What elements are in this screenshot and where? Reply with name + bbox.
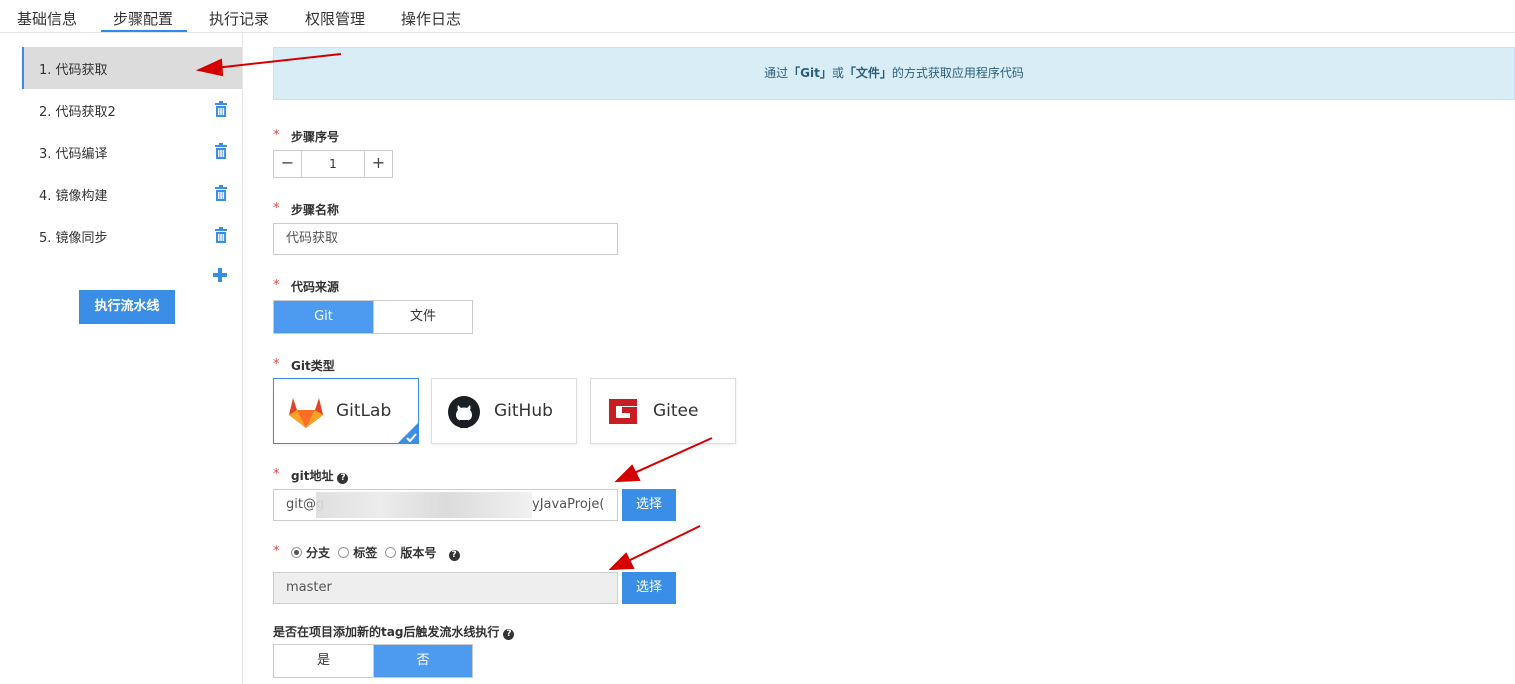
notice-prefix: 通过 [764,66,789,80]
step-label: 5. 镜像同步 [39,231,108,246]
step-item-3[interactable]: 3. 代码编译 [22,131,242,173]
selected-check-icon [398,423,418,443]
step-label: 3. 代码编译 [39,147,108,162]
gitlab-card[interactable]: GitLab [273,378,419,444]
gitlab-logo-icon [289,398,323,428]
git-type-label: Git类型 [291,359,335,373]
redacted-area [316,492,532,518]
trash-icon[interactable] [214,227,228,243]
trigger-on-tag-label: 是否在项目添加新的tag后触发流水线执行? [273,623,515,640]
required-mark: * [273,128,280,143]
help-icon[interactable]: ? [448,550,460,561]
branch-input: master [273,572,618,604]
tab-execution-records[interactable]: 执行记录 [209,8,269,29]
notice-or: 或 [831,66,844,80]
active-tab-indicator [101,30,187,32]
step-name-input[interactable]: 代码获取 [273,223,618,255]
step-item-1[interactable]: 1. 代码获取 [22,47,242,89]
git-url-label: git地址? [291,467,349,484]
help-icon[interactable]: ? [337,473,349,484]
radio-version[interactable]: 版本号 [385,546,436,560]
steps-sidebar: 1. 代码获取 2. 代码获取2 3. 代码编译 4. 镜像构建 5. 镜像同步… [0,33,243,684]
increment-button[interactable]: + [364,151,392,177]
info-notice: 通过「Git」或「文件」的方式获取应用程序代码 [273,47,1515,100]
gitlab-label: GitLab [336,401,392,421]
trigger-no-option[interactable]: 否 [373,645,472,677]
code-source-file-option[interactable]: 文件 [373,301,472,333]
required-mark: * [273,544,280,559]
radio-button[interactable] [338,547,350,558]
step-item-4[interactable]: 4. 镜像构建 [22,173,242,215]
radio-button[interactable] [385,547,397,558]
trigger-on-tag-label-text: 是否在项目添加新的tag后触发流水线执行 [273,625,500,639]
ref-type-radio-group: 分支 标签 版本号 ? [291,544,460,561]
tab-permission-management[interactable]: 权限管理 [305,8,365,29]
github-label: GitHub [494,401,553,421]
help-icon[interactable]: ? [503,629,515,640]
notice-git: 「Git」 [788,66,832,80]
step-label: 2. 代码获取2 [39,105,116,120]
notice-file: 「文件」 [843,66,892,80]
top-tab-bar: 基础信息 步骤配置 执行记录 权限管理 操作日志 [0,0,1515,33]
gitee-logo-icon [609,399,637,424]
required-mark: * [273,278,280,293]
git-url-value-end: yJavaProje( [532,497,605,512]
trash-icon[interactable] [214,101,228,117]
notice-suffix: 的方式获取应用程序代码 [891,66,1024,80]
annotation-arrow [625,525,701,563]
gitee-label: Gitee [653,401,699,421]
radio-branch[interactable]: 分支 [291,546,330,560]
trash-icon[interactable] [214,143,228,159]
step-item-2[interactable]: 2. 代码获取2 [22,89,242,131]
step-item-5[interactable]: 5. 镜像同步 [22,215,242,257]
tab-operation-log[interactable]: 操作日志 [401,8,461,29]
gitee-card[interactable]: Gitee [590,378,736,444]
code-source-label: 代码来源 [291,280,340,294]
add-step-icon[interactable] [210,265,230,285]
trigger-yes-option[interactable]: 是 [274,645,373,677]
step-order-value[interactable]: 1 [302,151,364,177]
radio-button[interactable] [291,547,302,558]
step-order-label: 步骤序号 [291,130,340,144]
tab-basic-info[interactable]: 基础信息 [17,8,77,29]
github-card[interactable]: GitHub [431,378,577,444]
git-url-label-text: git地址 [291,469,334,483]
trigger-on-tag-toggle: 是 否 [273,644,473,678]
select-branch-button[interactable]: 选择 [622,572,676,604]
step-label: 4. 镜像构建 [39,189,108,204]
annotation-arrowhead [614,464,641,483]
radio-tag[interactable]: 标签 [338,546,377,560]
code-source-toggle: Git 文件 [273,300,473,334]
required-mark: * [273,201,280,216]
select-git-url-button[interactable]: 选择 [622,489,676,521]
tab-step-config[interactable]: 步骤配置 [113,8,173,29]
github-logo-icon [448,396,480,428]
code-source-git-option[interactable]: Git [274,301,373,333]
decrement-button[interactable]: − [274,151,302,177]
required-mark: * [273,467,280,482]
trash-icon[interactable] [214,185,228,201]
step-order-stepper: − 1 + [273,150,393,178]
run-pipeline-button[interactable]: 执行流水线 [79,290,175,324]
step-name-label: 步骤名称 [291,203,340,217]
annotation-arrowhead [608,552,635,571]
required-mark: * [273,357,280,372]
step-label: 1. 代码获取 [39,63,108,78]
